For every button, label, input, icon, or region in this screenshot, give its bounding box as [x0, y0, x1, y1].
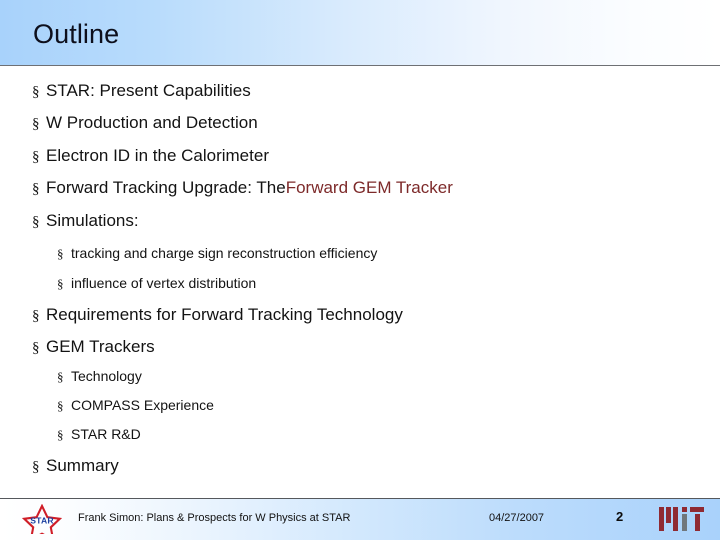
presentation-slide: Outline § STAR: Present Capabilities § W… [0, 0, 720, 540]
list-item-label: Summary [46, 456, 119, 475]
list-item-label: Technology [71, 368, 142, 384]
list-item: § tracking and charge sign reconstructio… [57, 245, 377, 262]
list-item-label: W Production and Detection [46, 113, 258, 132]
footer-date: 04/27/2007 [489, 512, 545, 524]
list-item: § Technology [57, 368, 142, 385]
list-item: § Summary [32, 456, 119, 476]
star-logo-icon: STAR [21, 504, 63, 534]
list-item-label: Electron ID in the Calorimeter [46, 146, 269, 165]
bullet-icon: § [32, 214, 40, 230]
list-item: § STAR R&D [57, 426, 141, 443]
list-item: § influence of vertex distribution [57, 275, 256, 292]
bullet-icon: § [57, 398, 64, 413]
list-item-label: influence of vertex distribution [71, 275, 257, 291]
page-title: Outline [33, 19, 120, 49]
bullet-icon: § [32, 181, 40, 197]
list-item-label: tracking and charge sign reconstruction … [71, 245, 378, 261]
slide-footer: STAR Frank Simon: Plans & Prospects for … [0, 498, 720, 540]
list-item-label: STAR: Present Capabilities [46, 81, 251, 100]
bullet-icon: § [57, 369, 64, 384]
list-item-label-accent: Forward GEM Tracker [285, 178, 453, 197]
list-item-label: COMPASS Experience [71, 397, 214, 413]
list-item-label: STAR R&D [71, 426, 141, 442]
bullet-icon: § [32, 116, 40, 132]
list-item: § Requirements for Forward Tracking Tech… [32, 305, 403, 325]
list-item: § STAR: Present Capabilities [32, 81, 251, 101]
slide-header: Outline [0, 0, 720, 66]
list-item: § Forward Tracking Upgrade: The Forward … [32, 178, 453, 198]
list-item: § Electron ID in the Calorimeter [32, 146, 269, 166]
bullet-icon: § [57, 276, 64, 291]
outline-list: § STAR: Present Capabilities § W Product… [0, 67, 720, 497]
bullet-icon: § [32, 340, 40, 356]
list-item: § Simulations: [32, 211, 139, 231]
list-item-label: GEM Trackers [46, 337, 155, 356]
list-item: § COMPASS Experience [57, 397, 214, 414]
bullet-icon: § [32, 459, 40, 475]
bullet-icon: § [32, 308, 40, 324]
list-item-label: Requirements for Forward Tracking Techno… [46, 305, 403, 324]
list-item-label: Forward Tracking Upgrade: The [46, 178, 286, 197]
bullet-icon: § [32, 84, 40, 100]
list-item-label: Simulations: [46, 211, 139, 230]
footer-page-number: 2 [616, 509, 624, 524]
bullet-icon: § [32, 149, 40, 165]
list-item: § GEM Trackers [32, 337, 155, 357]
bullet-icon: § [57, 246, 64, 261]
svg-text:STAR: STAR [30, 516, 54, 526]
list-item: § W Production and Detection [32, 113, 258, 133]
bullet-icon: § [57, 427, 64, 442]
mit-logo-icon [659, 507, 704, 531]
footer-credit-text: Frank Simon: Plans & Prospects for W Phy… [78, 512, 351, 524]
